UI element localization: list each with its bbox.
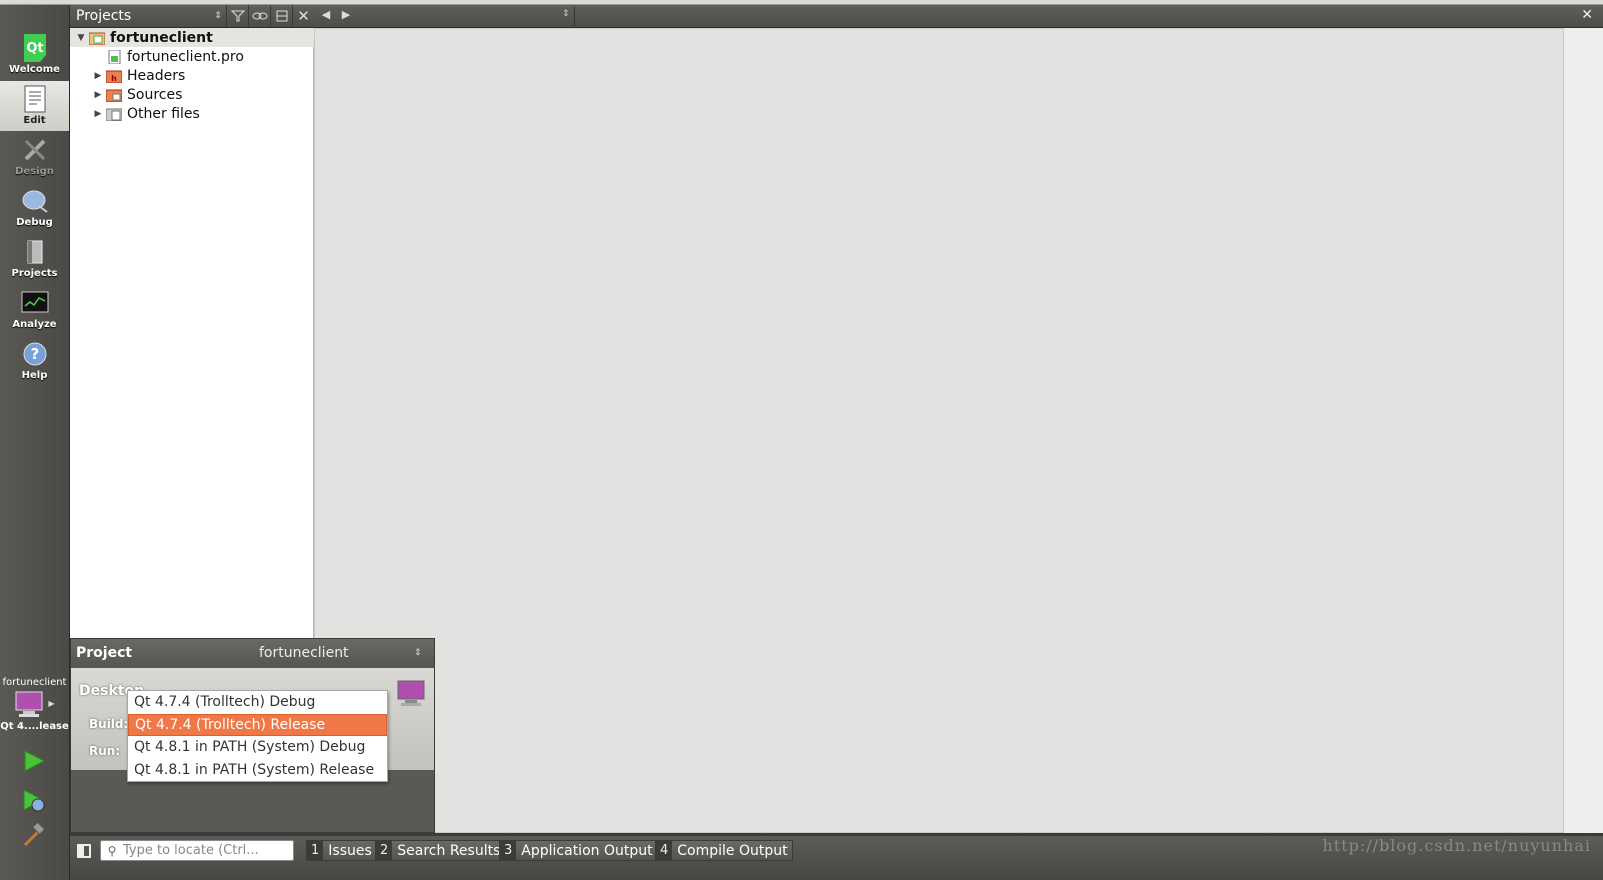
tree-item-headers[interactable]: ▶ h Headers xyxy=(70,66,314,85)
navigate-back-icon[interactable]: ◀ xyxy=(318,8,334,24)
hammer-icon xyxy=(23,822,46,847)
sync-link-icon[interactable] xyxy=(248,5,270,27)
document-selector-arrow-icon[interactable]: ⇕ xyxy=(562,9,570,19)
kit-selector[interactable]: fortuneclient ▶ Qt 4....lease xyxy=(0,675,69,745)
tree-item-sources[interactable]: ▶ Sources xyxy=(70,85,314,104)
tab-application-output[interactable]: 3 Application Output xyxy=(499,840,658,861)
mode-projects[interactable]: Projects xyxy=(0,234,69,284)
pro-file-icon xyxy=(108,49,121,64)
editor-area[interactable] xyxy=(314,28,1564,833)
project-selector[interactable]: Project fortuneclient ⇕ xyxy=(71,639,434,667)
mode-label: Projects xyxy=(11,268,58,279)
output-pane-bar: ⚲ Type to locate (Ctrl... 1 Issues 2 Sea… xyxy=(70,836,1603,880)
edit-document-icon xyxy=(21,85,49,113)
svg-text:Qt: Qt xyxy=(26,41,43,56)
mode-welcome[interactable]: Qt Welcome xyxy=(0,30,69,80)
tab-issues[interactable]: 1 Issues xyxy=(306,840,377,861)
debug-run-button[interactable] xyxy=(20,787,48,815)
build-button[interactable] xyxy=(20,821,48,849)
build-option[interactable]: Qt 4.8.1 in PATH (System) Debug xyxy=(128,736,387,759)
navigate-forward-icon[interactable]: ▶ xyxy=(338,8,354,24)
build-option[interactable]: Qt 4.8.1 in PATH (System) Release xyxy=(128,759,387,782)
mode-design[interactable]: Design xyxy=(0,132,69,182)
tab-search-results[interactable]: 2 Search Results xyxy=(375,840,506,861)
mode-label: Analyze xyxy=(12,319,57,330)
projects-book-icon xyxy=(21,238,49,266)
desktop-monitor-icon: ▶ xyxy=(0,691,69,719)
pane-selector-arrow-icon[interactable]: ⇕ xyxy=(210,5,226,27)
mode-debug[interactable]: Debug xyxy=(0,183,69,233)
project-label: Project xyxy=(76,645,133,661)
mode-help[interactable]: ? Help xyxy=(0,336,69,386)
desktop-monitor-icon xyxy=(397,680,425,712)
svg-text:?: ? xyxy=(30,345,39,363)
debug-bug-icon xyxy=(21,187,49,215)
analyze-monitor-icon xyxy=(21,289,49,317)
mode-label: Edit xyxy=(23,115,46,126)
tab-compile-output[interactable]: 4 Compile Output xyxy=(655,840,793,861)
tree-item-label: fortuneclient xyxy=(110,29,213,46)
project-value: fortuneclient xyxy=(259,645,349,661)
target-project-name: fortuneclient xyxy=(2,677,67,688)
collapsed-arrow-icon[interactable]: ▶ xyxy=(93,71,103,81)
svg-text:h: h xyxy=(111,74,117,83)
project-tree: ▼ fortuneclient fortuneclient.pro ▶ h He… xyxy=(70,28,314,638)
headers-folder-icon: h xyxy=(106,70,122,83)
editor-toolbar: ◀ ▶ ⇕ ✕ xyxy=(314,5,1603,28)
mode-label: Design xyxy=(15,166,54,177)
split-icon[interactable] xyxy=(270,5,292,27)
sources-folder-icon xyxy=(106,89,122,102)
filter-icon[interactable] xyxy=(226,5,248,27)
tree-item-label: Headers xyxy=(127,67,186,84)
target-kit-name: Qt 4....lease xyxy=(0,721,69,732)
mode-analyze[interactable]: Analyze xyxy=(0,285,69,335)
run-label: Run: xyxy=(89,744,121,758)
locator-placeholder: Type to locate (Ctrl... xyxy=(123,843,259,858)
mode-label: Welcome xyxy=(9,64,60,75)
tree-item-label: Sources xyxy=(127,86,183,103)
help-question-icon: ? xyxy=(21,340,49,368)
locator-input[interactable]: ⚲ Type to locate (Ctrl... xyxy=(100,840,294,861)
expanded-arrow-icon[interactable]: ▼ xyxy=(76,33,86,43)
collapsed-arrow-icon[interactable]: ▶ xyxy=(93,90,103,100)
tree-item-pro-file[interactable]: fortuneclient.pro xyxy=(70,47,314,66)
search-icon: ⚲ xyxy=(107,843,117,858)
project-folder-icon xyxy=(89,32,105,45)
debug-play-icon xyxy=(23,789,45,812)
selector-arrow-icon: ⇕ xyxy=(414,648,422,658)
mode-label: Debug xyxy=(16,217,53,228)
play-icon xyxy=(24,750,46,772)
collapsed-arrow-icon[interactable]: ▶ xyxy=(93,109,103,119)
mode-label: Help xyxy=(21,370,48,381)
mode-sidebar: Qt Welcome Edit Design Debug Projects An… xyxy=(0,5,70,880)
tree-item-label: Other files xyxy=(127,105,200,122)
toggle-sidebar-icon[interactable] xyxy=(77,844,91,858)
tree-item-label: fortuneclient.pro xyxy=(127,48,244,65)
close-editor-icon[interactable]: ✕ xyxy=(1581,7,1593,23)
qt-logo-icon: Qt xyxy=(21,34,49,62)
other-files-folder-icon xyxy=(106,108,122,121)
design-tools-icon xyxy=(21,136,49,164)
build-option[interactable]: Qt 4.7.4 (Trolltech) Debug xyxy=(128,691,387,714)
tree-item-project-root[interactable]: ▼ fortuneclient xyxy=(70,28,314,47)
run-button[interactable] xyxy=(20,747,48,775)
build-config-dropdown: Qt 4.7.4 (Trolltech) Debug Qt 4.7.4 (Tro… xyxy=(127,690,388,782)
projects-pane-toolbar: Projects ⇕ ✕ xyxy=(70,5,314,28)
build-label: Build: xyxy=(89,717,129,731)
projects-pane-title[interactable]: Projects xyxy=(70,8,210,24)
close-pane-icon[interactable]: ✕ xyxy=(292,5,314,27)
build-option-selected[interactable]: Qt 4.7.4 (Trolltech) Release xyxy=(128,713,387,736)
tree-item-other-files[interactable]: ▶ Other files xyxy=(70,104,314,123)
mode-edit[interactable]: Edit xyxy=(0,81,69,131)
watermark: http://blog.csdn.net/nuyunhai xyxy=(1322,836,1591,855)
